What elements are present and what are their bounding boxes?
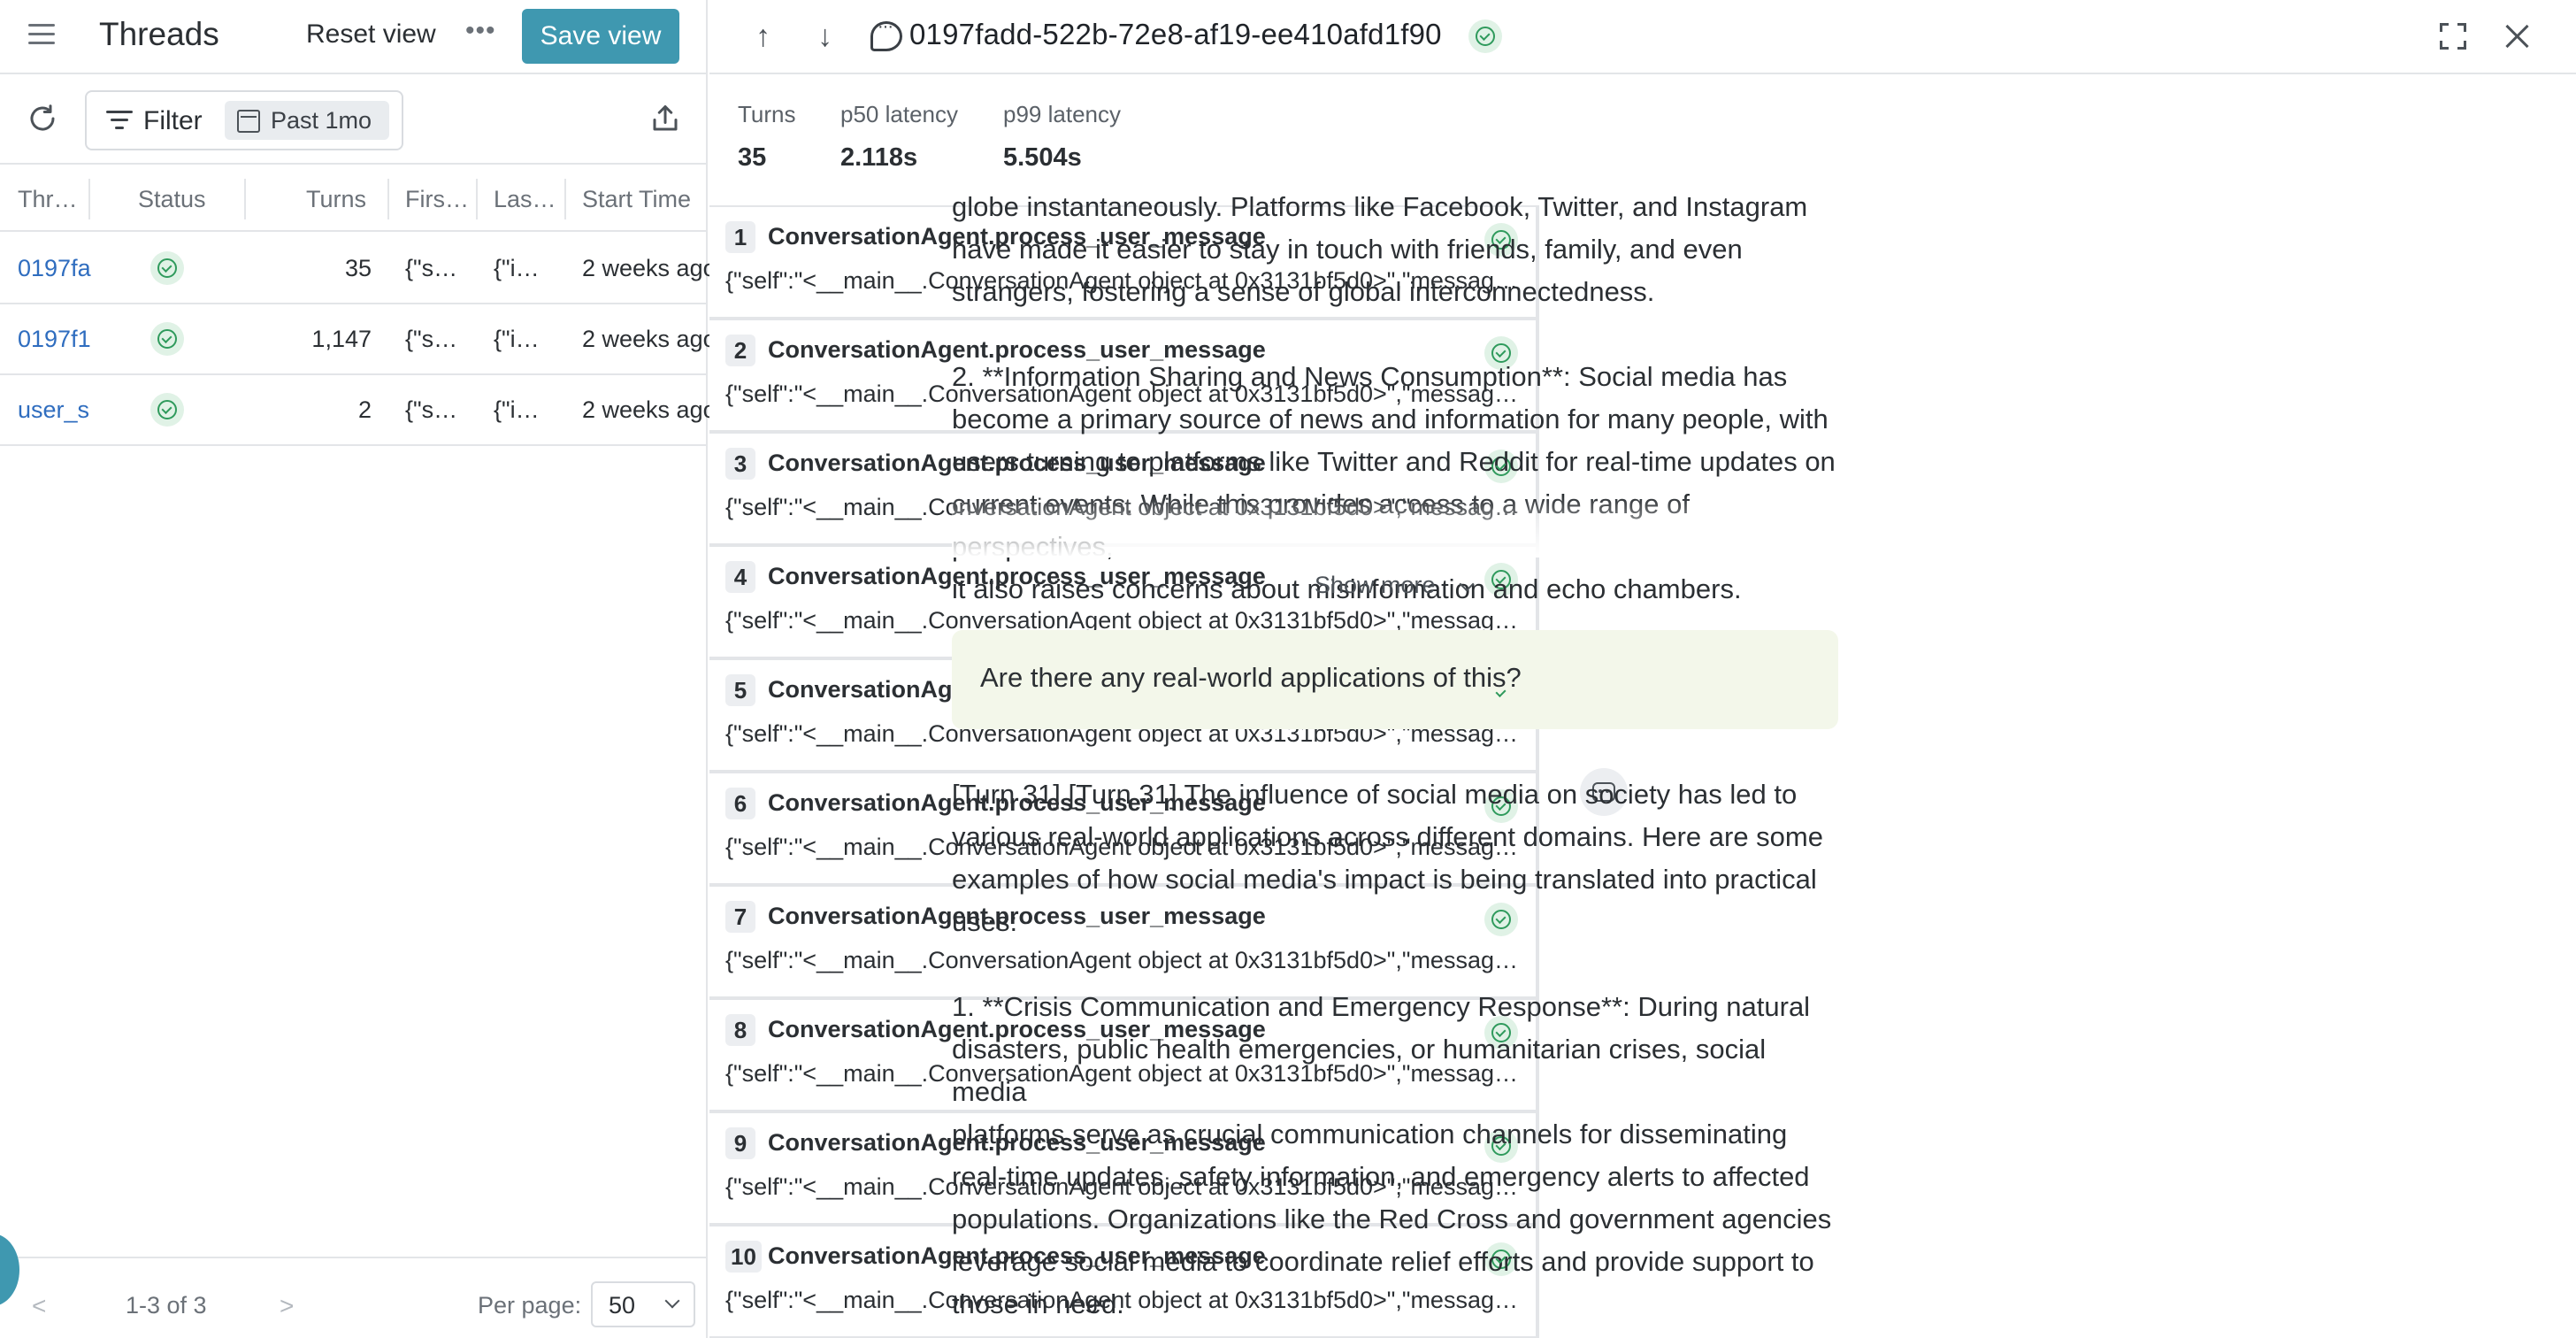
- last-message-cell: {"i…: [494, 326, 540, 352]
- table-header: Thr… Status Turns Firs… Las… Start Time: [0, 166, 708, 232]
- thread-link[interactable]: 0197f1: [18, 326, 91, 353]
- turn-number: 6: [725, 788, 755, 819]
- filter-label: Filter: [143, 106, 203, 135]
- arrow-up-icon[interactable]: ↑: [755, 19, 770, 54]
- turn-number: 9: [725, 1127, 755, 1159]
- column-header-turns[interactable]: Turns: [306, 186, 366, 213]
- per-page-select[interactable]: 50: [591, 1281, 695, 1327]
- stat-value-p99: 5.504s: [1003, 143, 1082, 172]
- thread-id: 0197fadd-522b-72e8-af19-ee410afd1f90: [909, 18, 1442, 50]
- thread-link[interactable]: 0197fa: [18, 255, 91, 282]
- success-status-icon: [150, 393, 184, 427]
- column-header-last[interactable]: Las…: [494, 186, 556, 213]
- assistant-message: [Turn 31] [Turn 31] The influence of soc…: [952, 779, 1832, 1319]
- stat-value-p50: 2.118s: [840, 143, 918, 172]
- column-header-thread[interactable]: Thr…: [18, 186, 78, 213]
- table-row[interactable]: 0197fa 35 {"s… {"i… 2 weeks ago: [0, 234, 717, 304]
- chevron-down-icon: [664, 1293, 680, 1309]
- detail-header: ↑ ↓ 0197fadd-522b-72e8-af19-ee410afd1f90: [709, 0, 2576, 74]
- turn-number: 3: [725, 448, 755, 480]
- pagination-info: 1-3 of 3: [126, 1292, 207, 1319]
- date-range-chip[interactable]: Past 1mo: [225, 101, 389, 140]
- per-page-label: Per page:: [478, 1292, 582, 1319]
- filter-button[interactable]: Filter Past 1mo: [85, 90, 403, 150]
- filter-icon: [106, 111, 133, 132]
- menu-icon[interactable]: [28, 24, 55, 50]
- user-message-bubble: Are there any real-world applications of…: [952, 630, 1838, 729]
- filter-toolbar: Filter Past 1mo: [0, 76, 708, 165]
- refresh-icon[interactable]: [27, 103, 58, 135]
- turns-cell: 2: [357, 396, 372, 423]
- turn-number: 5: [725, 674, 755, 706]
- stat-label-p99: p99 latency: [1003, 101, 1121, 127]
- message-fade: [952, 496, 1836, 558]
- threads-list-pane: Threads Reset view ••• Save view Filter …: [0, 0, 717, 1338]
- calendar-icon: [237, 110, 260, 133]
- start-time-cell: 2 weeks ago: [582, 255, 717, 281]
- export-icon[interactable]: [649, 103, 681, 135]
- turn-number: 10: [725, 1241, 762, 1273]
- next-page-button[interactable]: >: [280, 1292, 294, 1320]
- thread-chat-icon: [870, 17, 902, 51]
- turn-number: 4: [725, 561, 755, 593]
- turns-cell: 1,147: [311, 326, 372, 352]
- column-header-first[interactable]: Firs…: [405, 186, 469, 213]
- per-page-value: 50: [609, 1292, 636, 1319]
- user-message: Are there any real-world applications of…: [980, 662, 1522, 693]
- turns-cell: 35: [344, 255, 372, 281]
- previous-page-button[interactable]: <: [32, 1292, 46, 1320]
- pagination-bar: < 1-3 of 3 > Per page: 50: [0, 1257, 708, 1338]
- stat-label-turns: Turns: [738, 101, 796, 127]
- success-status-icon: [150, 251, 184, 285]
- first-message-cell: {"s…: [405, 396, 458, 423]
- turn-number: 1: [725, 221, 755, 253]
- more-options-icon[interactable]: •••: [465, 16, 496, 46]
- page-title: Threads: [99, 16, 219, 52]
- arrow-down-icon[interactable]: ↓: [817, 19, 832, 54]
- table-row[interactable]: user_s 2 {"s… {"i… 2 weeks ago: [0, 375, 717, 446]
- success-status-icon: [150, 322, 184, 356]
- success-status-icon: [1468, 19, 1502, 53]
- table-row[interactable]: 0197f1 1,147 {"s… {"i… 2 weeks ago: [0, 304, 717, 375]
- last-message-cell: {"i…: [494, 396, 540, 423]
- column-header-start-time[interactable]: Start Time: [582, 186, 691, 213]
- close-icon[interactable]: [2502, 19, 2534, 51]
- column-header-status[interactable]: Status: [138, 186, 206, 213]
- turn-number: 8: [725, 1014, 755, 1046]
- last-message-cell: {"i…: [494, 255, 540, 281]
- thread-link[interactable]: user_s: [18, 396, 89, 424]
- stat-label-p50: p50 latency: [840, 101, 958, 127]
- first-message-cell: {"s…: [405, 326, 458, 352]
- reset-view-button[interactable]: Reset view: [306, 19, 436, 50]
- start-time-cell: 2 weeks ago: [582, 326, 717, 352]
- save-view-button[interactable]: Save view: [522, 9, 679, 64]
- date-range-label: Past 1mo: [271, 107, 372, 134]
- show-more-button[interactable]: Show more: [1315, 572, 1436, 599]
- threads-topbar: Threads Reset view ••• Save view: [0, 0, 708, 74]
- first-message-cell: {"s…: [405, 255, 458, 281]
- turn-number: 7: [725, 901, 755, 933]
- start-time-cell: 2 weeks ago: [582, 396, 717, 423]
- expand-icon[interactable]: [2440, 23, 2466, 50]
- turn-number: 2: [725, 334, 755, 366]
- stat-value-turns: 35: [738, 143, 767, 172]
